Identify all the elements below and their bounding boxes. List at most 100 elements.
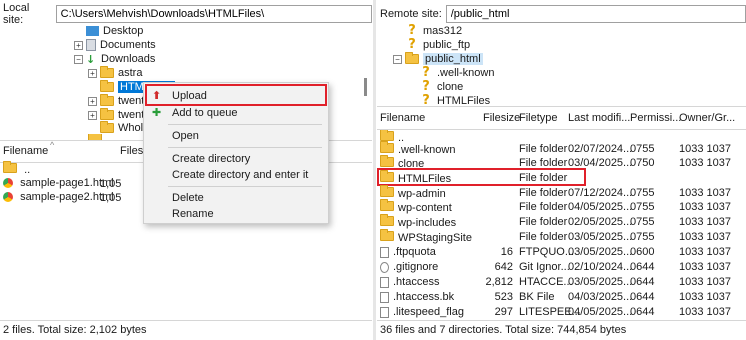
folder-icon — [380, 185, 394, 197]
menu-item-label: Add to queue — [172, 107, 238, 119]
column-permissions[interactable]: Permissi... — [630, 112, 681, 124]
list-item[interactable]: sample-page2.html 1,05 — [3, 191, 163, 205]
file-modified: 04/05/2025... — [568, 201, 633, 213]
tree-item-desktop[interactable]: Desktop — [86, 24, 143, 38]
tree-item-whols[interactable]: Whols — [100, 121, 149, 135]
list-item[interactable]: sample-page1.html 1,05 — [3, 177, 163, 191]
file-permissions: 0755 — [630, 143, 655, 155]
tree-item-htmlfiles-remote[interactable]: ? HTMLFiles — [419, 94, 490, 107]
local-tree-scrollbar[interactable] — [364, 78, 367, 96]
menu-item-open[interactable]: Open — [144, 127, 328, 145]
file-size: 523 — [494, 291, 513, 303]
file-owner: 1033 1037 — [679, 246, 731, 258]
file-type: Git Ignor... — [519, 261, 570, 273]
table-row[interactable]: .litespeed_flag 297 LITESPEE... 04/05/20… — [377, 305, 746, 319]
table-row[interactable]: .htaccess.bk 523 BK File 04/03/2025... 0… — [377, 290, 746, 304]
file-owner: 1033 1037 — [679, 143, 731, 155]
file-size: 16 — [500, 246, 513, 258]
file-permissions: 0600 — [630, 246, 655, 258]
gear-file-icon — [380, 261, 389, 273]
pane-splitter[interactable] — [373, 0, 376, 340]
list-item[interactable]: .. — [3, 161, 31, 177]
file-name: .. — [24, 164, 31, 176]
menu-item-label: Open — [172, 130, 199, 142]
download-arrow-icon: ↓ — [86, 52, 96, 66]
menu-item-label: Delete — [172, 192, 204, 204]
folder-icon — [380, 130, 394, 141]
column-owner[interactable]: Owner/Gr... — [679, 112, 735, 124]
file-owner: 1033 1037 — [679, 276, 731, 288]
menu-separator — [168, 124, 322, 125]
tree-item-twenty-1[interactable]: + twenty — [88, 94, 150, 108]
collapse-icon[interactable]: − — [74, 54, 83, 64]
table-row[interactable]: .well-known File folder 02/07/2024... 07… — [377, 141, 746, 156]
file-modified: 02/07/2024... — [568, 143, 633, 155]
file-permissions: 0755 — [630, 187, 655, 199]
expand-icon[interactable]: + — [74, 40, 83, 50]
menu-item-rename[interactable]: Rename — [144, 205, 328, 223]
folder-icon — [100, 121, 114, 133]
menu-item-label: Create directory — [172, 153, 251, 165]
table-row[interactable]: wp-admin File folder 07/12/2024... 0755 … — [377, 185, 746, 200]
table-row[interactable]: .ftpquota 16 FTPQUO... 03/05/2025... 060… — [377, 245, 746, 259]
file-modified: 03/05/2025... — [568, 231, 633, 243]
menu-item-create-directory-enter[interactable]: Create directory and enter it — [144, 166, 328, 184]
tree-item-public-html[interactable]: − public_html — [393, 52, 483, 66]
column-filesize[interactable]: Filesize — [483, 112, 520, 124]
local-site-label: Local site: — [3, 2, 30, 26]
menu-item-add-to-queue[interactable]: ✚ Add to queue — [144, 104, 328, 122]
tree-item-well-known[interactable]: ? .well-known — [419, 66, 494, 80]
upload-highlight-box — [145, 84, 327, 106]
column-filename[interactable]: Filename — [3, 145, 48, 157]
table-row[interactable]: WPStagingSite File folder 03/05/2025... … — [377, 229, 746, 244]
remote-site-bar: Remote site: — [377, 4, 746, 24]
file-name: .litespeed_flag — [393, 306, 464, 318]
table-row[interactable]: wp-content File folder 04/05/2025... 075… — [377, 199, 746, 214]
folder-icon — [100, 108, 114, 120]
column-filetype[interactable]: Filetype — [519, 112, 558, 124]
file-name: wp-admin — [398, 188, 446, 200]
file-owner: 1033 1037 — [679, 201, 731, 213]
table-row[interactable]: wp-includes File folder 02/05/2025... 07… — [377, 214, 746, 229]
column-filename[interactable]: Filename — [380, 112, 425, 124]
tree-item-twenty-2[interactable]: + twenty — [88, 108, 150, 122]
file-icon — [380, 306, 389, 318]
folder-icon — [380, 214, 394, 226]
tree-item-label: clone — [437, 81, 464, 93]
folder-icon — [380, 141, 394, 153]
tree-item-astra[interactable]: + astra — [88, 66, 142, 80]
column-last-modified[interactable]: Last modifi... — [568, 112, 630, 124]
tree-item-downloads[interactable]: − ↓ Downloads — [74, 52, 155, 66]
local-site-path-input[interactable] — [55, 5, 372, 23]
chrome-icon — [3, 192, 13, 203]
unknown-folder-icon: ? — [422, 65, 430, 80]
tree-item-label: public_ftp — [423, 39, 471, 51]
tree-item-documents[interactable]: + Documents — [74, 38, 156, 52]
documents-icon — [86, 39, 96, 51]
unknown-folder-icon: ? — [422, 79, 430, 94]
expand-icon[interactable]: + — [88, 68, 97, 78]
table-row[interactable]: .gitignore 642 Git Ignor... 02/10/2024..… — [377, 260, 746, 274]
file-name: wp-content — [398, 202, 452, 214]
expand-icon[interactable]: + — [88, 96, 97, 106]
file-owner: 1033 1037 — [679, 291, 731, 303]
file-name: .gitignore — [393, 261, 439, 273]
menu-separator — [168, 147, 322, 148]
file-type: File folder — [519, 216, 568, 228]
tree-item-clone[interactable]: ? clone — [419, 80, 463, 94]
remote-site-path-input[interactable] — [445, 5, 746, 23]
file-permissions: 0755 — [630, 231, 655, 243]
folder-icon — [380, 229, 394, 241]
file-type: FTPQUO... — [519, 246, 574, 258]
table-row[interactable]: .htaccess 2,812 HTACCE... 03/05/2025... … — [377, 275, 746, 289]
collapse-icon[interactable]: − — [393, 54, 402, 64]
menu-item-label: Create directory and enter it — [172, 169, 309, 181]
tree-item-label-selected: public_html — [423, 53, 483, 65]
expand-icon[interactable]: + — [88, 110, 97, 120]
file-type: File folder — [519, 201, 568, 213]
tree-item-public-ftp[interactable]: ? public_ftp — [405, 38, 470, 52]
file-name: .htaccess — [393, 276, 440, 288]
folder-icon — [405, 52, 419, 64]
tree-item-label: mas312 — [423, 25, 463, 37]
tree-item-mas312[interactable]: ? mas312 — [405, 24, 462, 38]
